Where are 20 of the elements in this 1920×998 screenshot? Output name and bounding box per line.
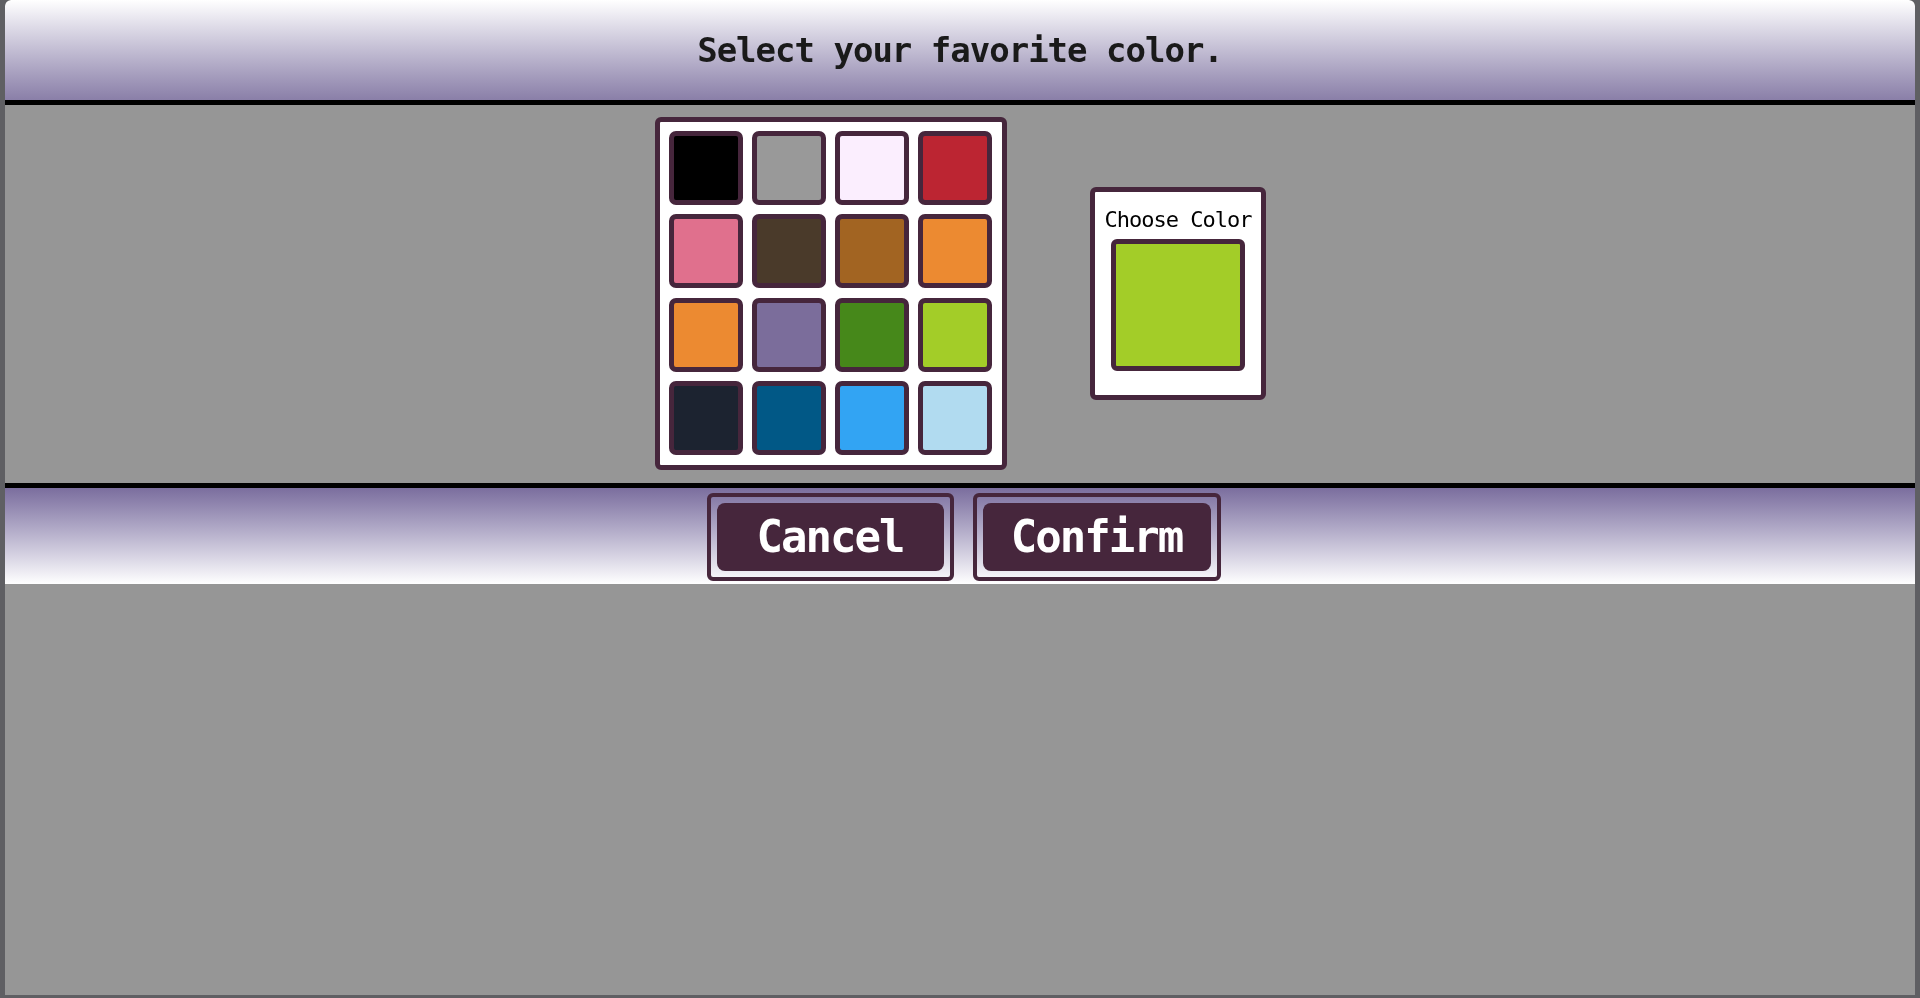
confirm-button[interactable]: Confirm — [982, 503, 1211, 571]
color-swatch[interactable] — [669, 380, 743, 455]
color-swatch[interactable] — [918, 297, 992, 372]
color-swatch[interactable] — [752, 380, 826, 455]
color-swatch[interactable] — [669, 214, 743, 289]
chooser-label: Choose Color — [1104, 207, 1252, 233]
color-swatch[interactable] — [835, 214, 909, 289]
color-swatch[interactable] — [835, 380, 909, 455]
color-swatch[interactable] — [918, 214, 992, 289]
dialog-title: Select your favorite color. — [697, 28, 1223, 72]
color-swatch[interactable] — [752, 214, 826, 289]
color-swatch[interactable] — [752, 297, 826, 372]
cancel-button[interactable]: Cancel — [716, 503, 944, 571]
color-swatch[interactable] — [918, 131, 992, 205]
color-swatch[interactable] — [752, 131, 826, 205]
color-swatch[interactable] — [835, 297, 909, 372]
color-swatch[interactable] — [835, 131, 909, 205]
color-swatch[interactable] — [918, 380, 992, 455]
color-swatch[interactable] — [669, 131, 743, 205]
color-swatch[interactable] — [669, 297, 743, 372]
